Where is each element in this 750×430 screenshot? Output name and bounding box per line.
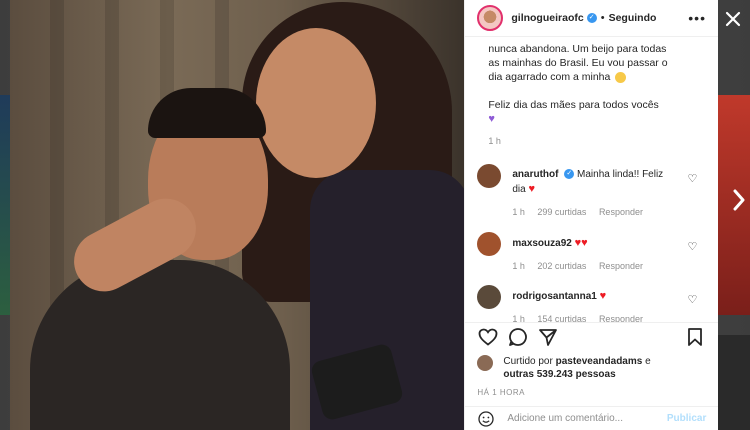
next-post-preview-lower: [718, 335, 750, 430]
post-header: gilnogueiraofc ✓ • Seguindo •••: [465, 0, 718, 37]
likes-count[interactable]: outras 539.243 pessoas: [503, 369, 615, 380]
caption-line: dia agarrado com a minha: [488, 70, 708, 84]
reply-button[interactable]: Responder: [599, 261, 643, 271]
liker-username[interactable]: pasteveandadams: [556, 356, 643, 367]
publish-button[interactable]: Publicar: [667, 413, 706, 424]
comment-time[interactable]: 1 h: [512, 261, 525, 271]
photo-mother-face: [256, 28, 376, 178]
verified-badge-icon: ✓: [586, 13, 597, 23]
comment-like-icon[interactable]: ♡: [687, 240, 697, 253]
post-actions-bar: [465, 322, 719, 350]
comment-text: rodrigosantanna1 ♥: [512, 289, 682, 304]
verified-badge-icon: ✓: [564, 169, 575, 180]
caption-line: nunca abandona. Um beijo para todas: [488, 43, 667, 55]
reply-button[interactable]: Responder: [599, 207, 643, 217]
save-bookmark-icon[interactable]: [684, 326, 706, 348]
red-heart-icon: ♥♥: [574, 237, 588, 249]
comment-meta: 1 h 154 curtidas Responder: [512, 314, 682, 322]
more-options-icon[interactable]: •••: [688, 10, 706, 26]
add-comment-bar: Publicar: [465, 406, 719, 430]
comment-username[interactable]: maxsouza92: [512, 238, 571, 249]
previous-post-preview[interactable]: [0, 95, 10, 315]
comment-like-icon[interactable]: ♡: [687, 293, 697, 306]
comment-like-icon[interactable]: ♡: [687, 172, 697, 185]
like-heart-icon[interactable]: [477, 326, 499, 348]
comment-text: anaruthof ✓ Mainha linda!! Feliz dia ♥: [512, 169, 664, 195]
emoji-smiley-icon[interactable]: [477, 410, 495, 428]
purple-heart-icon: ♥: [488, 113, 495, 125]
post-modal: gilnogueiraofc ✓ • Seguindo ••• nunca ab…: [10, 0, 719, 430]
commenter-avatar[interactable]: [477, 164, 502, 188]
comment-time[interactable]: 1 h: [512, 314, 525, 322]
comment-meta: 1 h 202 curtidas Responder: [512, 261, 682, 271]
post-timestamp[interactable]: HÁ 1 HORA: [477, 388, 525, 397]
caption-line: as mainhas do Brasil. Eu vou passar o: [488, 57, 668, 69]
commenter-avatar[interactable]: [477, 285, 502, 309]
hugging-emoji-icon: [615, 71, 627, 83]
photo-person-shirt: [30, 260, 290, 430]
post-photo[interactable]: [10, 0, 465, 430]
comments-list[interactable]: nunca abandona. Um beijo para todas as m…: [465, 36, 718, 322]
comment-bubble-icon[interactable]: [507, 326, 529, 348]
comment-username[interactable]: anaruthof: [512, 169, 558, 180]
author-username[interactable]: gilnogueiraofc: [511, 12, 583, 24]
commenter-avatar[interactable]: [477, 232, 502, 256]
post-caption: nunca abandona. Um beijo para todas as m…: [488, 42, 708, 126]
likes-text: Curtido por pasteveandadams e outras 539…: [503, 356, 651, 380]
caption-timestamp: 1 h: [488, 136, 501, 146]
comment-likes[interactable]: 299 curtidas: [537, 207, 586, 217]
caption-line: ♥: [488, 112, 708, 126]
reply-button[interactable]: Responder: [599, 314, 643, 322]
following-button[interactable]: Seguindo: [609, 12, 657, 24]
close-icon[interactable]: [722, 8, 744, 30]
post-side-panel: gilnogueiraofc ✓ • Seguindo ••• nunca ab…: [464, 0, 719, 430]
comment-username[interactable]: rodrigosantanna1: [512, 291, 596, 302]
author-avatar[interactable]: [477, 5, 504, 31]
comment-input[interactable]: [505, 412, 660, 425]
comment-likes[interactable]: 154 curtidas: [537, 314, 586, 322]
comment-text: maxsouza92 ♥♥: [512, 236, 682, 251]
comment-likes[interactable]: 202 curtidas: [537, 261, 586, 271]
share-paper-plane-icon[interactable]: [537, 326, 559, 348]
red-heart-icon: ♥: [528, 183, 536, 195]
header-separator: •: [600, 12, 605, 24]
caption-line: Feliz dia das mães para todos vocês: [488, 99, 659, 111]
red-heart-icon: ♥: [599, 290, 607, 302]
chevron-right-icon[interactable]: [731, 186, 747, 214]
liker-avatar[interactable]: [477, 355, 494, 371]
comment-time[interactable]: 1 h: [512, 207, 525, 217]
photo-person-hair: [148, 88, 266, 138]
comment-meta: 1 h 299 curtidas Responder: [512, 207, 682, 217]
